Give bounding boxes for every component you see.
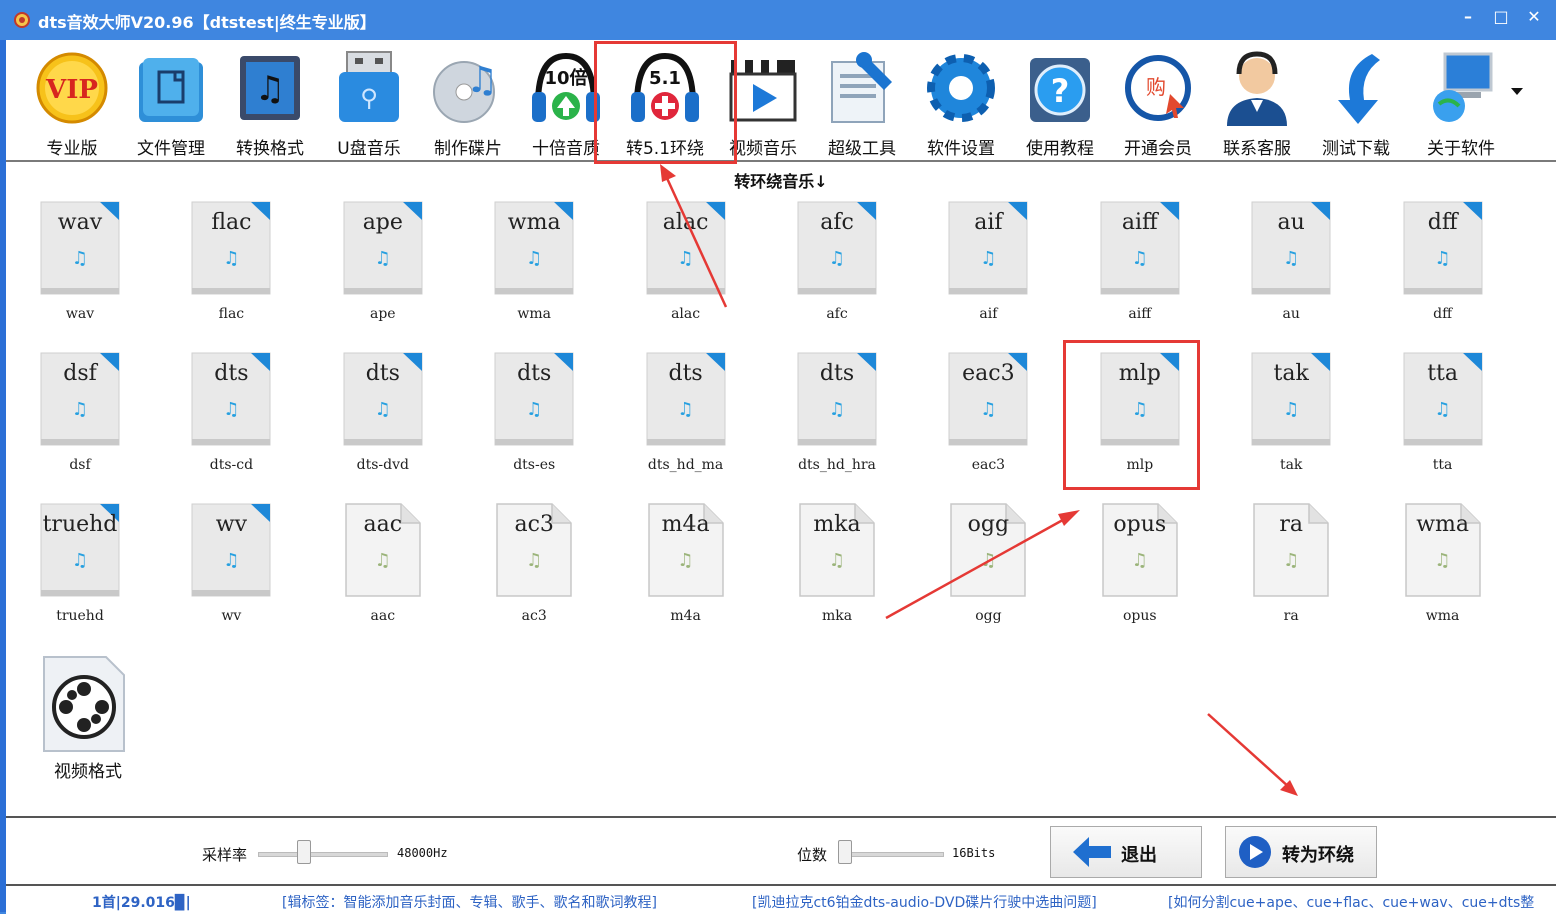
window-title: dts音效大师V20.96【dtstest|终生专业版】 (38, 13, 376, 32)
main-frame: VIP 专业版 文件管理 ♫ 转换格式 ⚲ U盘音乐 ♫ 制作碟片 10倍 十倍… (6, 40, 1556, 914)
arrow-line-2 (885, 514, 1071, 620)
bottom-controls: 采样率 48000Hz 位数 16Bits 退出 转为环绕 (6, 816, 1556, 886)
bit-depth-track[interactable] (838, 852, 944, 857)
status-count: 1首|29.016▉| (92, 895, 191, 911)
sample-rate-track[interactable] (258, 852, 388, 857)
sample-rate-slider[interactable] (297, 840, 311, 864)
convert-surround-button[interactable]: 转为环绕 (1225, 826, 1377, 878)
annotation-arrows (660, 164, 1298, 796)
arrow-head-1 (660, 164, 676, 182)
maximize-button[interactable]: □ (1488, 6, 1514, 28)
app-logo-icon (14, 12, 30, 28)
bit-depth-value: 16Bits (952, 846, 996, 860)
minimize-button[interactable]: – (1455, 6, 1481, 28)
arrow-line-1 (664, 175, 728, 308)
play-icon (1239, 836, 1271, 868)
bit-depth-slider[interactable] (838, 840, 852, 864)
status-link-dvd-issue[interactable]: [凯迪拉克ct6铂金dts-audio-DVD碟片行驶中选曲问题] (752, 892, 1097, 912)
exit-button-label: 退出 (1121, 845, 1157, 866)
arrow-line-3 (1207, 713, 1291, 789)
back-arrow-icon (1073, 837, 1111, 867)
status-bar: 1首|29.016▉| [辑标签：智能添加音乐封面、专辑、歌手、歌名和歌词教程]… (6, 884, 1556, 914)
bit-depth-label: 位数 (797, 846, 828, 864)
sample-rate-value: 48000Hz (397, 846, 448, 860)
exit-button[interactable]: 退出 (1050, 826, 1202, 878)
status-link-cue-split[interactable]: [如何分割cue+ape、cue+flac、cue+wav、cue+dts整 (1168, 892, 1534, 912)
close-button[interactable]: ✕ (1521, 6, 1547, 28)
sample-rate-label: 采样率 (202, 846, 248, 864)
status-link-tags-tutorial[interactable]: [辑标签：智能添加音乐封面、专辑、歌手、歌名和歌词教程] (282, 892, 657, 912)
title-bar: dts音效大师V20.96【dtstest|终生专业版】 – □ ✕ (0, 0, 1556, 40)
convert-surround-label: 转为环绕 (1282, 845, 1354, 866)
arrow-head-2 (1058, 510, 1080, 526)
